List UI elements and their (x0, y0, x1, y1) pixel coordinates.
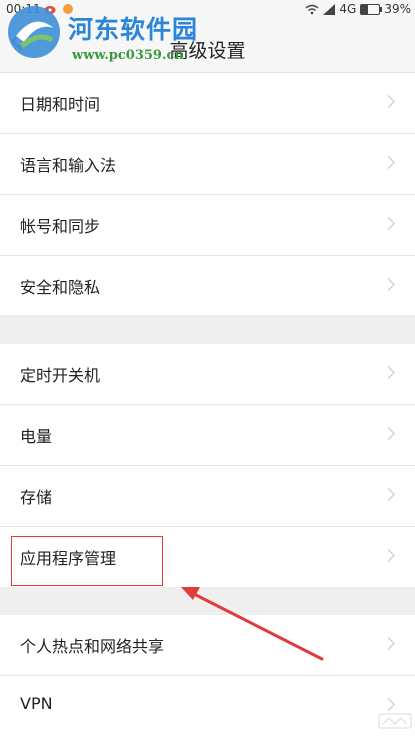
status-right: 4G 39% (305, 2, 411, 16)
row-battery[interactable]: 电量 (0, 405, 415, 466)
notification-icons (44, 3, 74, 15)
row-label: 日期和时间 (20, 95, 101, 114)
row-security-privacy[interactable]: 安全和隐私 (0, 256, 415, 316)
chevron-right-icon (382, 156, 395, 169)
chevron-right-icon (382, 278, 395, 291)
weibo-icon (44, 6, 56, 14)
status-time: 00:11 (6, 2, 41, 16)
settings-group-1: 日期和时间 语言和输入法 帐号和同步 安全和隐私 (0, 73, 415, 316)
chevron-right-icon (382, 95, 395, 108)
row-label: 个人热点和网络共享 (20, 637, 165, 656)
row-label: 语言和输入法 (20, 156, 117, 175)
page-title: 高级设置 (169, 40, 246, 62)
row-scheduled-power[interactable]: 定时开关机 (0, 344, 415, 405)
row-label: 安全和隐私 (20, 278, 101, 297)
chevron-right-icon (382, 549, 395, 562)
row-label: 存储 (20, 488, 53, 507)
chevron-right-icon (382, 637, 395, 650)
chevron-right-icon (382, 366, 395, 379)
battery-icon (360, 3, 383, 15)
battery-percent: 39% (384, 2, 411, 16)
row-label: 定时开关机 (20, 366, 101, 385)
row-language-input[interactable]: 语言和输入法 (0, 134, 415, 195)
notification-dot-icon (63, 4, 73, 14)
row-account-sync[interactable]: 帐号和同步 (0, 195, 415, 256)
row-storage[interactable]: 存储 (0, 466, 415, 527)
signal-icon (323, 3, 336, 15)
chevron-right-icon (382, 427, 395, 440)
chevron-right-icon (382, 698, 395, 711)
wifi-icon (305, 4, 319, 14)
corner-watermark-icon (378, 713, 412, 729)
status-bar: 00:11 4G 39% (0, 0, 415, 22)
battery-level (361, 4, 369, 14)
section-separator (0, 315, 415, 344)
row-label: 电量 (20, 427, 53, 446)
section-separator (0, 587, 415, 615)
row-label: 帐号和同步 (20, 217, 101, 236)
row-date-time[interactable]: 日期和时间 (0, 73, 415, 134)
row-hotspot-tethering[interactable]: 个人热点和网络共享 (0, 615, 415, 676)
annotation-highlight-box (11, 536, 163, 586)
chevron-right-icon (382, 488, 395, 501)
network-type: 4G (339, 2, 357, 16)
row-label: VPN (20, 694, 53, 713)
settings-group-3: 个人热点和网络共享 VPN (0, 615, 415, 736)
chevron-right-icon (382, 217, 395, 230)
row-vpn[interactable]: VPN (0, 676, 415, 736)
app-header: 高级设置 (0, 22, 415, 73)
